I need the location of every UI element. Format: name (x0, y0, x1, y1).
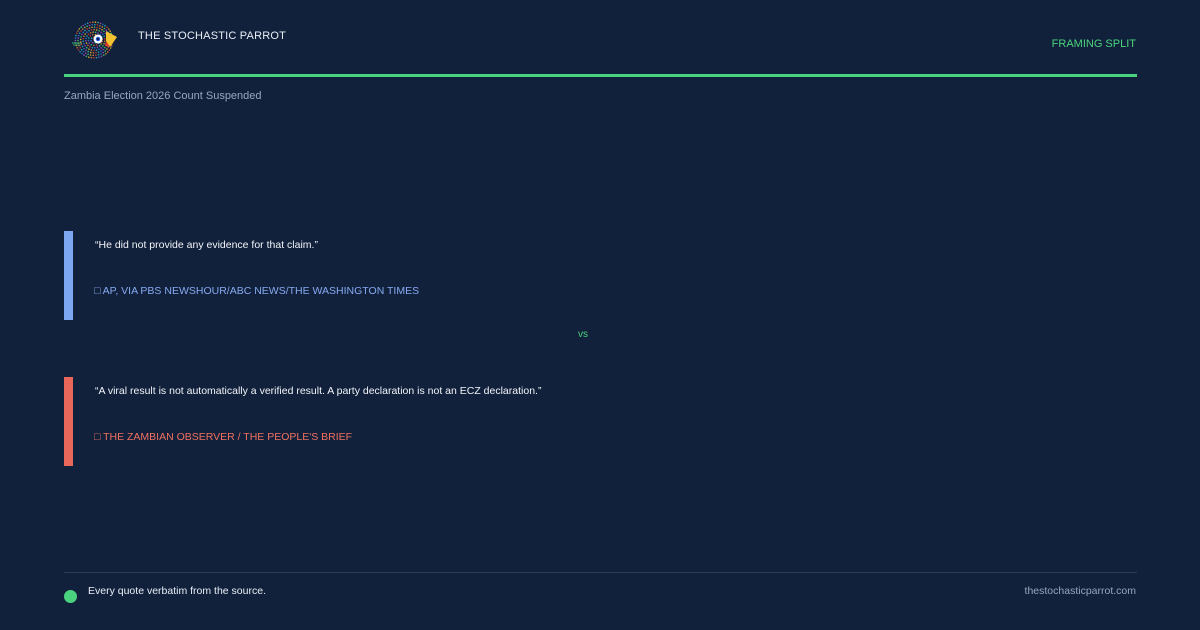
vs-label: vs (578, 329, 588, 340)
footer-site-link[interactable]: thestochasticparrot.com (1025, 585, 1136, 597)
footer-divider (64, 572, 1137, 573)
footer-note: Every quote verbatim from the source. (88, 585, 266, 597)
green-dot-icon (64, 590, 77, 603)
story-subtitle: Zambia Election 2026 Count Suspended (64, 90, 262, 102)
quote-card-b: “A viral result is not automatically a v… (64, 377, 1064, 466)
quote-a-text: “He did not provide any evidence for tha… (95, 239, 318, 251)
quote-b-text: “A viral result is not automatically a v… (95, 385, 542, 397)
parrot-logo-icon (70, 17, 118, 63)
framing-split-tag: FRAMING SPLIT (1051, 38, 1136, 50)
quote-b-source: □ THE ZAMBIAN OBSERVER / THE PEOPLE'S BR… (94, 431, 353, 443)
quote-b-accent-bar (64, 377, 73, 466)
quote-card-a: “He did not provide any evidence for tha… (64, 231, 1064, 320)
quote-a-accent-bar (64, 231, 73, 320)
header-divider (64, 74, 1137, 77)
brand-name: THE STOCHASTIC PARROT (138, 30, 287, 42)
quote-a-source: □ AP, VIA PBS NEWSHOUR/ABC NEWS/THE WASH… (94, 285, 420, 297)
